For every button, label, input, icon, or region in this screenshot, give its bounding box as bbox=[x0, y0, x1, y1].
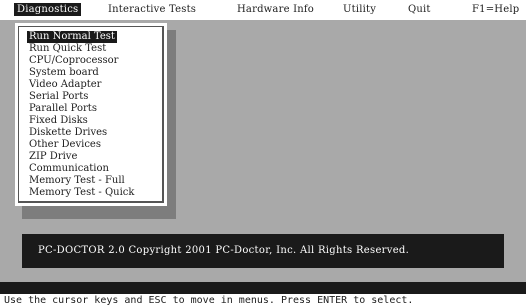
menu-bar: Diagnostics Interactive Tests Hardware I… bbox=[0, 0, 526, 20]
menu-utility[interactable]: Utility bbox=[343, 4, 376, 16]
menu-item-other-devices[interactable]: Other Devices bbox=[29, 139, 101, 151]
menu-item-run-normal-test[interactable]: Run Normal Test bbox=[27, 31, 117, 43]
dos-screen: Diagnostics Interactive Tests Hardware I… bbox=[0, 0, 526, 307]
status-text: Use the cursor keys and ESC to move in m… bbox=[4, 295, 414, 306]
menu-diagnostics[interactable]: Diagnostics bbox=[14, 3, 82, 16]
menu-item-cpu-coprocessor[interactable]: CPU/Coprocessor bbox=[29, 55, 118, 67]
menu-item-system-board[interactable]: System board bbox=[29, 67, 99, 79]
diagnostics-dropdown: Run Normal Test Run Quick Test CPU/Copro… bbox=[15, 23, 167, 206]
menu-item-serial-ports[interactable]: Serial Ports bbox=[29, 91, 88, 103]
menu-item-fixed-disks[interactable]: Fixed Disks bbox=[29, 115, 88, 127]
status-bar: Use the cursor keys and ESC to move in m… bbox=[0, 294, 526, 307]
menu-hardware-info[interactable]: Hardware Info bbox=[237, 4, 314, 16]
copyright-banner: PC-DOCTOR 2.0 Copyright 2001 PC-Doctor, … bbox=[22, 234, 504, 268]
menu-item-memory-test-quick[interactable]: Memory Test - Quick bbox=[29, 187, 134, 199]
menu-item-memory-test-full[interactable]: Memory Test - Full bbox=[29, 175, 125, 187]
menu-interactive-tests[interactable]: Interactive Tests bbox=[108, 4, 196, 16]
help-hint[interactable]: F1=Help bbox=[472, 4, 519, 16]
menu-item-diskette-drives[interactable]: Diskette Drives bbox=[29, 127, 107, 139]
menu-quit[interactable]: Quit bbox=[408, 4, 431, 16]
menu-item-video-adapter[interactable]: Video Adapter bbox=[29, 79, 101, 91]
menu-item-run-quick-test[interactable]: Run Quick Test bbox=[29, 43, 106, 55]
menu-item-zip-drive[interactable]: ZIP Drive bbox=[29, 151, 77, 163]
bottom-divider bbox=[0, 282, 526, 294]
copyright-text: PC-DOCTOR 2.0 Copyright 2001 PC-Doctor, … bbox=[38, 245, 410, 256]
menu-item-communication[interactable]: Communication bbox=[29, 163, 109, 175]
menu-item-parallel-ports[interactable]: Parallel Ports bbox=[29, 103, 97, 115]
